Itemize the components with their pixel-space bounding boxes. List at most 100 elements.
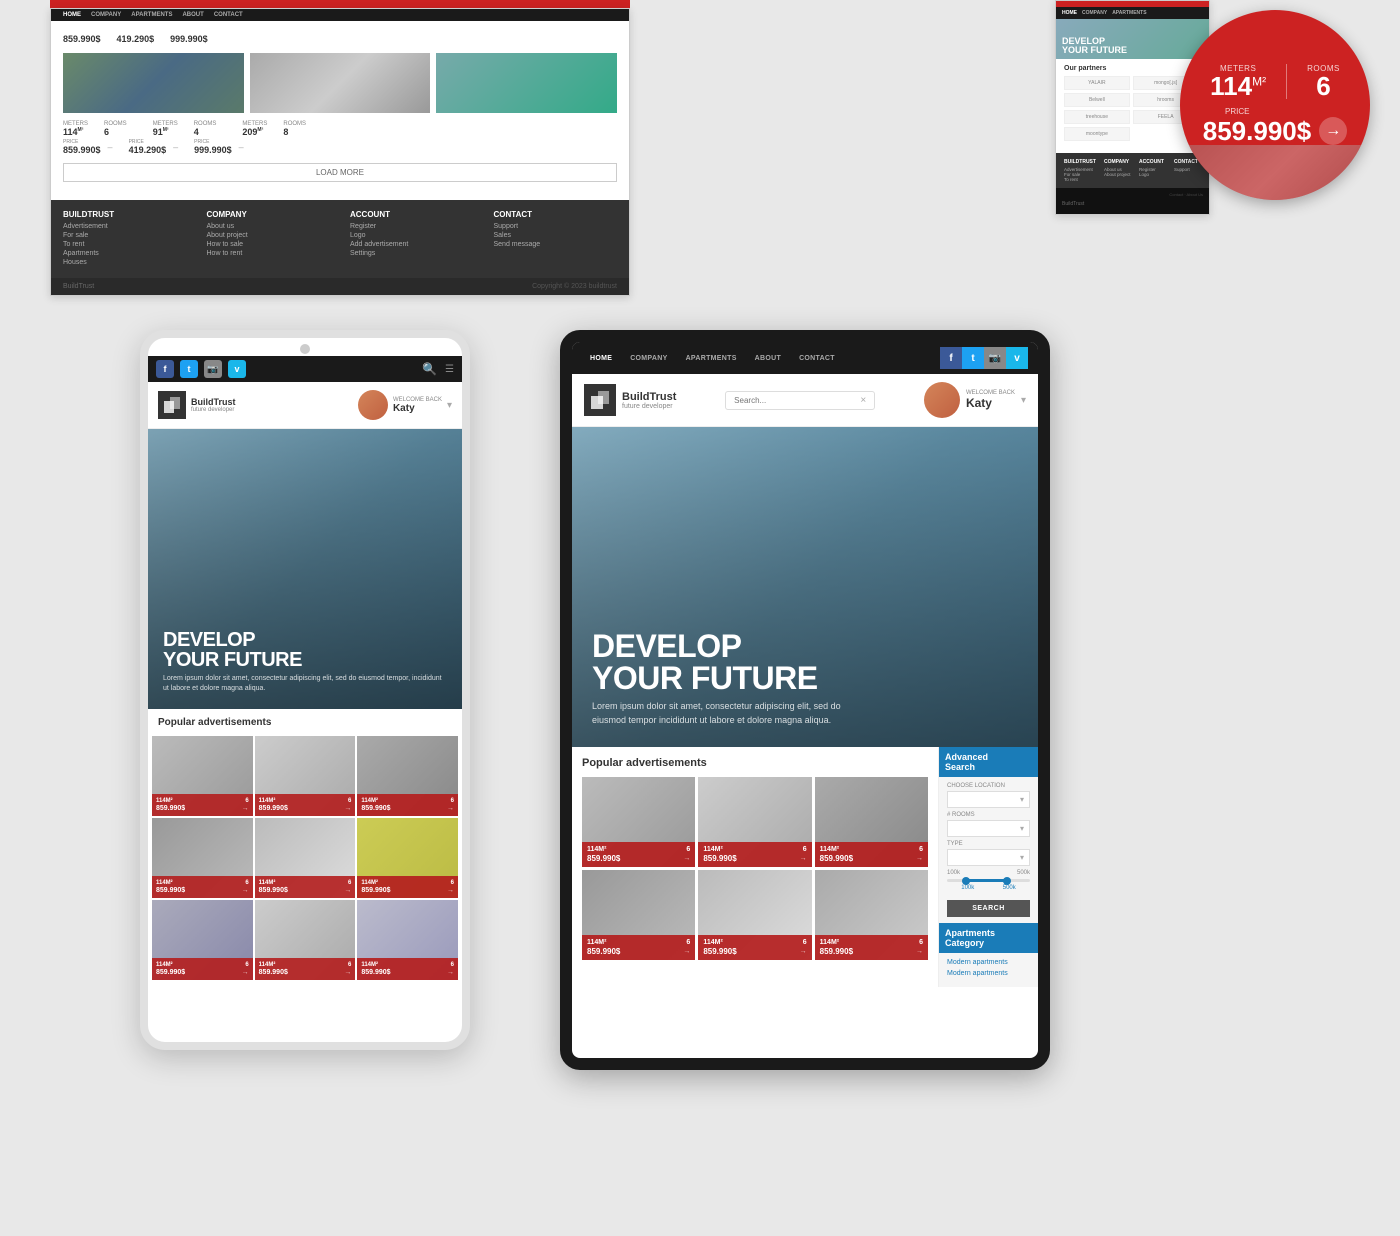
footer-link-sales[interactable]: Sales [494, 232, 618, 239]
phone-card-5[interactable]: 114M² 6 859.990$ → [255, 818, 356, 898]
tablet-card-3[interactable]: 114M²6 859.990$→ [815, 777, 928, 867]
advanced-search-title: AdvancedSearch [939, 747, 1038, 777]
phone-card-price-row-2: 859.990$ → [259, 805, 352, 812]
tablet-card-6[interactable]: 114M²6 859.990$→ [815, 870, 928, 960]
desktop-nav: HOME COMPANY APARTMENTS ABOUT CONTACT [51, 9, 629, 21]
top-prices: 859.990$ 419.290$ 999.990$ [63, 29, 617, 47]
phone-card-8[interactable]: 114M²6 859.990$→ [255, 900, 356, 980]
phone-search-icon[interactable]: 🔍 [422, 362, 437, 376]
circle-arrow-icon[interactable]: → [1319, 117, 1347, 145]
phone-card-meters-4: 114M² [156, 880, 173, 886]
tablet-search-input[interactable] [734, 396, 856, 405]
phone-card-2[interactable]: 114M² 6 859.990$ → [255, 736, 356, 816]
footer-link-register[interactable]: Register [350, 223, 474, 230]
location-dropdown-icon[interactable]: ▾ [1020, 795, 1024, 804]
rooms-field[interactable]: ▾ [947, 820, 1030, 837]
footer-link-addad[interactable]: Add advertisement [350, 241, 474, 248]
range-handle-left[interactable] [962, 877, 970, 885]
tablet-nav-apartments[interactable]: APARTMENTS [678, 351, 745, 366]
phone-card-stats-3: 114M² 6 [361, 798, 454, 804]
type-dropdown-icon[interactable]: ▾ [1020, 853, 1024, 862]
mobile-footer-project[interactable]: About project [1104, 172, 1131, 177]
tablet-nav-contact[interactable]: CONTACT [791, 351, 843, 366]
tablet-card-2[interactable]: 114M²6 859.990$→ [698, 777, 811, 867]
phone-card-stats-5: 114M² 6 [259, 880, 352, 886]
footer-link-howtorent[interactable]: How to rent [207, 250, 331, 257]
tablet-nav: HOME COMPANY APARTMENTS ABOUT CONTACT f … [572, 342, 1038, 374]
nav-home[interactable]: HOME [63, 12, 81, 18]
tablet-card-5[interactable]: 114M²6 859.990$→ [698, 870, 811, 960]
footer-link-support[interactable]: Support [494, 223, 618, 230]
phone-dropdown-icon[interactable]: ▾ [447, 400, 452, 411]
phone-card-arrow-3[interactable]: → [447, 805, 454, 812]
tablet-card-4[interactable]: 114M²6 859.990$→ [582, 870, 695, 960]
tablet-twitter-icon[interactable]: t [962, 347, 984, 369]
range-handle-right[interactable] [1003, 877, 1011, 885]
tablet-facebook-icon[interactable]: f [940, 347, 962, 369]
tablet-dropdown-icon[interactable]: ▾ [1021, 395, 1026, 406]
tablet-nav-about[interactable]: ABOUT [747, 351, 789, 366]
phone-card-6[interactable]: 114M² 6 859.990$ → [357, 818, 458, 898]
mobile-footer-rent[interactable]: To rent [1064, 177, 1096, 182]
phone-twitter-icon[interactable]: t [180, 360, 198, 378]
phone-card-overlay-8: 114M²6 859.990$→ [255, 958, 356, 980]
phone-card-4[interactable]: 114M² 6 859.990$ → [152, 818, 253, 898]
footer-link-project[interactable]: About project [207, 232, 331, 239]
footer-link-sale[interactable]: For sale [63, 232, 187, 239]
tablet-card-1[interactable]: 114M²6 859.990$→ [582, 777, 695, 867]
phone-card-arrow-5[interactable]: → [344, 887, 351, 894]
tablet-nav-home[interactable]: HOME [582, 351, 620, 366]
nav-about[interactable]: ABOUT [182, 12, 203, 18]
nav-apartments[interactable]: APARTMENTS [131, 12, 172, 18]
phone-username: Katy [393, 403, 442, 414]
footer-link-settings[interactable]: Settings [350, 250, 474, 257]
mobile-nav-company[interactable]: COMPANY [1082, 10, 1107, 16]
footer-link-about[interactable]: About us [207, 223, 331, 230]
phone-card-arrow-2[interactable]: → [344, 805, 351, 812]
property-images [63, 53, 617, 113]
tablet-instagram-icon[interactable]: 📷 [984, 347, 1006, 369]
mobile-nav-apts[interactable]: APARTMENTS [1112, 10, 1146, 16]
load-more-button[interactable]: LOAD MORE [63, 163, 617, 182]
phone-card-arrow-4[interactable]: → [242, 887, 249, 894]
stat-meters-3: METERS 209M² [242, 121, 267, 137]
mobile-nav-home[interactable]: HOME [1062, 10, 1077, 16]
phone-card-7[interactable]: 114M²6 859.990$→ [152, 900, 253, 980]
phone-card-arrow-6[interactable]: → [447, 887, 454, 894]
phone-menu-icon[interactable]: ☰ [445, 364, 454, 375]
price-arrows-row: PRICE 859.990$ – PRICE 419.290$ – PRICE … [63, 139, 617, 155]
footer-link-logo[interactable]: Logo [350, 232, 474, 239]
phone-facebook-icon[interactable]: f [156, 360, 174, 378]
category-link-2[interactable]: Modern apartments [947, 968, 1030, 979]
tablet-search-icon[interactable]: × [860, 395, 866, 406]
footer-link-rent[interactable]: To rent [63, 241, 187, 248]
rooms-dropdown-icon[interactable]: ▾ [1020, 824, 1024, 833]
footer-link-sendmsg[interactable]: Send message [494, 241, 618, 248]
footer-link-apts[interactable]: Apartments [63, 250, 187, 257]
phone-card-1[interactable]: 114M² 6 859.990$ → [152, 736, 253, 816]
mobile-footer-logo[interactable]: Logo [1139, 172, 1166, 177]
desktop-footer: BUILDTRUST Advertisement For sale To ren… [51, 200, 629, 278]
nav-contact[interactable]: CONTACT [214, 12, 243, 18]
location-field[interactable]: ▾ [947, 791, 1030, 808]
phone-card-3[interactable]: 114M² 6 859.990$ → [357, 736, 458, 816]
phone-instagram-icon[interactable]: 📷 [204, 360, 222, 378]
tablet-header: BuildTrust future developer × WELCOME BA… [572, 374, 1038, 427]
category-link-1[interactable]: Modern apartments [947, 957, 1030, 968]
tablet-vimeo-icon[interactable]: v [1006, 347, 1028, 369]
footer-link-howtosell[interactable]: How to sale [207, 241, 331, 248]
phone-card-overlay-1: 114M² 6 859.990$ → [152, 794, 253, 816]
stats-badge: METERS 114M² ROOMS 6 PRICE 859.990$ → [1180, 10, 1370, 200]
rooms-label: # ROOMS [947, 812, 1030, 818]
type-field[interactable]: ▾ [947, 849, 1030, 866]
phone-card-arrow-1[interactable]: → [242, 805, 249, 812]
tablet-property-grid: 114M²6 859.990$→ 114M²6 859.990$→ 114M²6 [582, 777, 928, 960]
phone-card-9[interactable]: 114M²6 859.990$→ [357, 900, 458, 980]
tablet-nav-company[interactable]: COMPANY [622, 351, 675, 366]
footer-link-advert[interactable]: Advertisement [63, 223, 187, 230]
tablet-inner: HOME COMPANY APARTMENTS ABOUT CONTACT f … [572, 342, 1038, 1058]
nav-company[interactable]: COMPANY [91, 12, 121, 18]
footer-link-houses[interactable]: Houses [63, 259, 187, 266]
search-button[interactable]: SEARCH [947, 900, 1030, 917]
phone-vimeo-icon[interactable]: v [228, 360, 246, 378]
